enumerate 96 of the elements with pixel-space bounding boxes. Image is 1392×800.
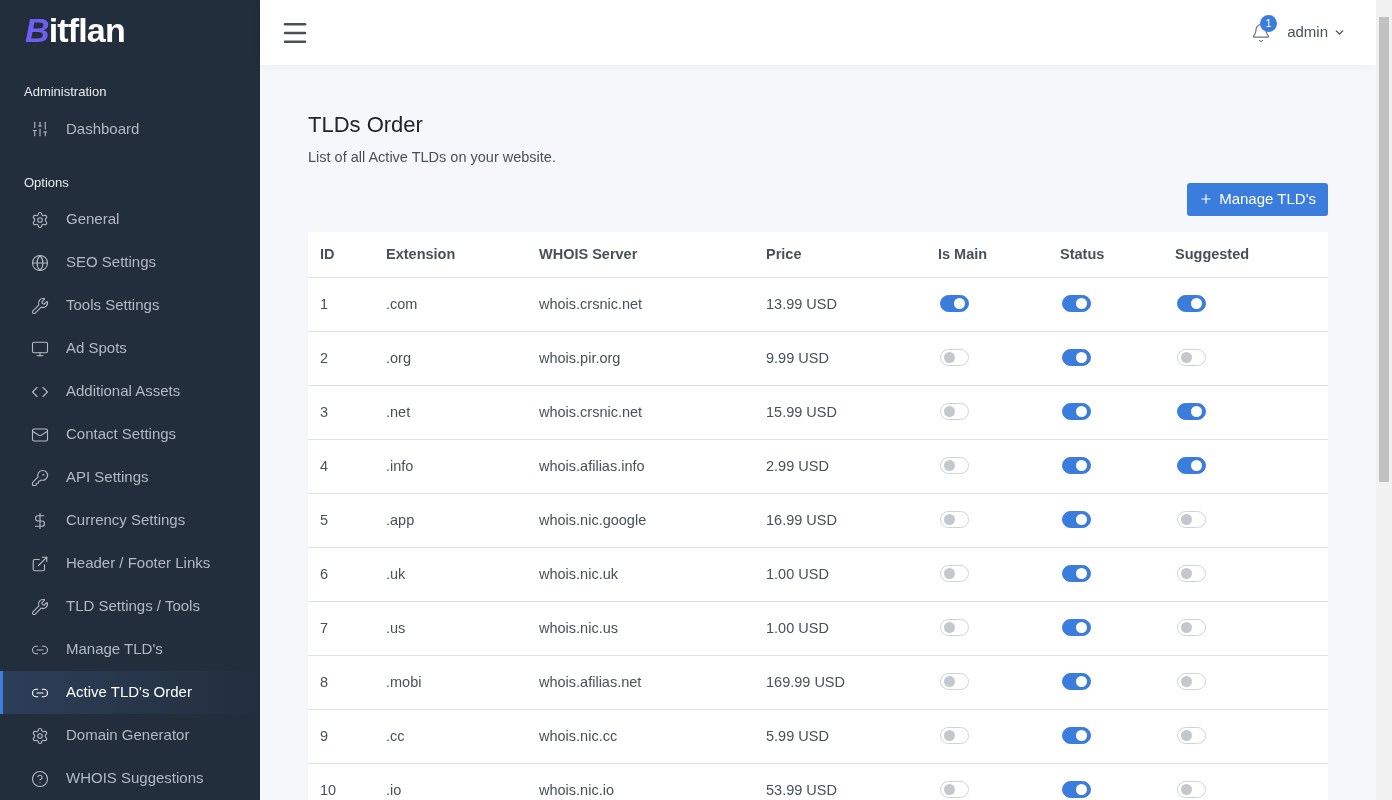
table-cell: .us: [386, 619, 406, 636]
key-icon: [31, 468, 49, 487]
sliders-icon: [31, 120, 49, 138]
wrench-icon: [31, 597, 49, 616]
toggle-switch[interactable]: [1062, 618, 1091, 636]
page-title: TLDs Order: [308, 113, 424, 137]
table-cell: 2.99 USD: [766, 457, 829, 474]
table-cell: 3: [320, 403, 329, 420]
column-header: Is Main: [938, 245, 988, 262]
help-icon: [31, 769, 49, 788]
table-cell: 8: [320, 673, 329, 690]
sidebar-item[interactable]: Domain Generator: [0, 714, 260, 757]
table-cell: whois.nic.google: [539, 511, 647, 528]
table-cell: whois.afilias.info: [539, 457, 645, 474]
table-cell: 5.99 USD: [766, 727, 829, 744]
column-header: Price: [766, 245, 802, 262]
wrench-icon: [31, 296, 49, 315]
sidebar-item[interactable]: SEO Settings: [0, 241, 260, 284]
table-cell: .org: [386, 349, 411, 366]
table-cell: whois.pir.org: [539, 349, 621, 366]
sidebar-item[interactable]: Manage TLD's: [0, 628, 260, 671]
toggle-switch[interactable]: [1062, 294, 1091, 312]
table-cell: .mobi: [386, 673, 422, 690]
table-cell: 7: [320, 619, 329, 636]
table-cell: 10: [320, 781, 337, 798]
toggle-switch[interactable]: [1177, 456, 1206, 474]
toggle-switch[interactable]: [1062, 402, 1091, 420]
table-cell: 15.99 USD: [766, 403, 837, 420]
external-link-icon: [31, 554, 49, 573]
sidebar-item[interactable]: Additional Assets: [0, 370, 260, 413]
toggle-switch[interactable]: [1177, 294, 1206, 312]
table-cell: .net: [386, 403, 411, 420]
toggle-switch[interactable]: [1062, 672, 1091, 690]
toggle-switch[interactable]: [1062, 780, 1091, 798]
table-cell: 13.99 USD: [766, 295, 837, 312]
table-cell: .com: [386, 295, 418, 312]
manage-tlds-button[interactable]: Manage TLD's: [1187, 182, 1328, 216]
sidebar-item[interactable]: WHOIS Suggestions: [0, 757, 260, 800]
sidebar-item[interactable]: Header / Footer Links: [0, 542, 260, 585]
column-header: WHOIS Server: [539, 245, 638, 262]
sidebar-item[interactable]: Dashboard: [0, 107, 260, 151]
table-cell: whois.nic.uk: [539, 565, 618, 582]
sidebar-item[interactable]: Currency Settings: [0, 499, 260, 542]
column-header: ID: [320, 245, 335, 262]
table-cell: whois.nic.io: [539, 781, 614, 798]
gear-icon: [31, 726, 49, 745]
toggle-switch[interactable]: [1062, 348, 1091, 366]
table-cell: 1.00 USD: [766, 619, 829, 636]
table-cell: .io: [386, 781, 402, 798]
column-header: Status: [1060, 245, 1105, 262]
table-cell: 9: [320, 727, 329, 744]
page-subtitle: List of all Active TLDs on your website.: [308, 148, 557, 167]
sidebar-item[interactable]: General: [0, 198, 260, 241]
sidebar-item[interactable]: Ad Spots: [0, 327, 260, 370]
table-cell: .info: [386, 457, 414, 474]
table-cell: 5: [320, 511, 329, 528]
table-cell: 2: [320, 349, 329, 366]
user-menu[interactable]: admin: [1287, 21, 1346, 44]
toggle-switch[interactable]: [940, 294, 969, 312]
sidebar-item[interactable]: API Settings: [0, 456, 260, 499]
table-cell: 1: [320, 295, 329, 312]
table-cell: whois.crsnic.net: [539, 403, 643, 420]
table-cell: .app: [386, 511, 415, 528]
toggle-switch[interactable]: [1062, 510, 1091, 528]
globe-icon: [31, 253, 49, 272]
table-cell: whois.afilias.net: [539, 673, 642, 690]
sidebar-section-title: Administration: [23, 83, 108, 101]
column-header: Suggested: [1175, 245, 1250, 262]
envelope-icon: [31, 425, 49, 444]
monitor-icon: [31, 339, 49, 358]
sidebar-item[interactable]: TLD Settings / Tools: [0, 585, 260, 628]
table-cell: 9.99 USD: [766, 349, 829, 366]
column-header: Extension: [386, 245, 456, 262]
table-cell: 16.99 USD: [766, 511, 837, 528]
table-cell: 4: [320, 457, 329, 474]
table-cell: whois.nic.cc: [539, 727, 618, 744]
toggle-switch[interactable]: [1062, 726, 1091, 744]
gear-icon: [31, 210, 49, 229]
sidebar-item[interactable]: Tools Settings: [0, 284, 260, 327]
table-cell: 6: [320, 565, 329, 582]
table-cell: whois.nic.us: [539, 619, 618, 636]
toggle-switch[interactable]: [1177, 402, 1206, 420]
notification-badge: 1: [1260, 14, 1278, 32]
table-cell: .uk: [386, 565, 406, 582]
toggle-switch[interactable]: [1062, 564, 1091, 582]
toggle-switch[interactable]: [1062, 456, 1091, 474]
sidebar-item[interactable]: Contact Settings: [0, 413, 260, 456]
table-cell: 1.00 USD: [766, 565, 829, 582]
table-cell: 53.99 USD: [766, 781, 837, 798]
plus-icon: [1199, 192, 1214, 207]
sidebar-section-title: Options: [23, 173, 70, 192]
table-cell: whois.crsnic.net: [539, 295, 643, 312]
logo[interactable]: Bitflan: [25, 4, 125, 56]
table-cell: .cc: [386, 727, 405, 744]
scrollbar[interactable]: [1376, 0, 1392, 800]
table-cell: 169.99 USD: [766, 673, 845, 690]
